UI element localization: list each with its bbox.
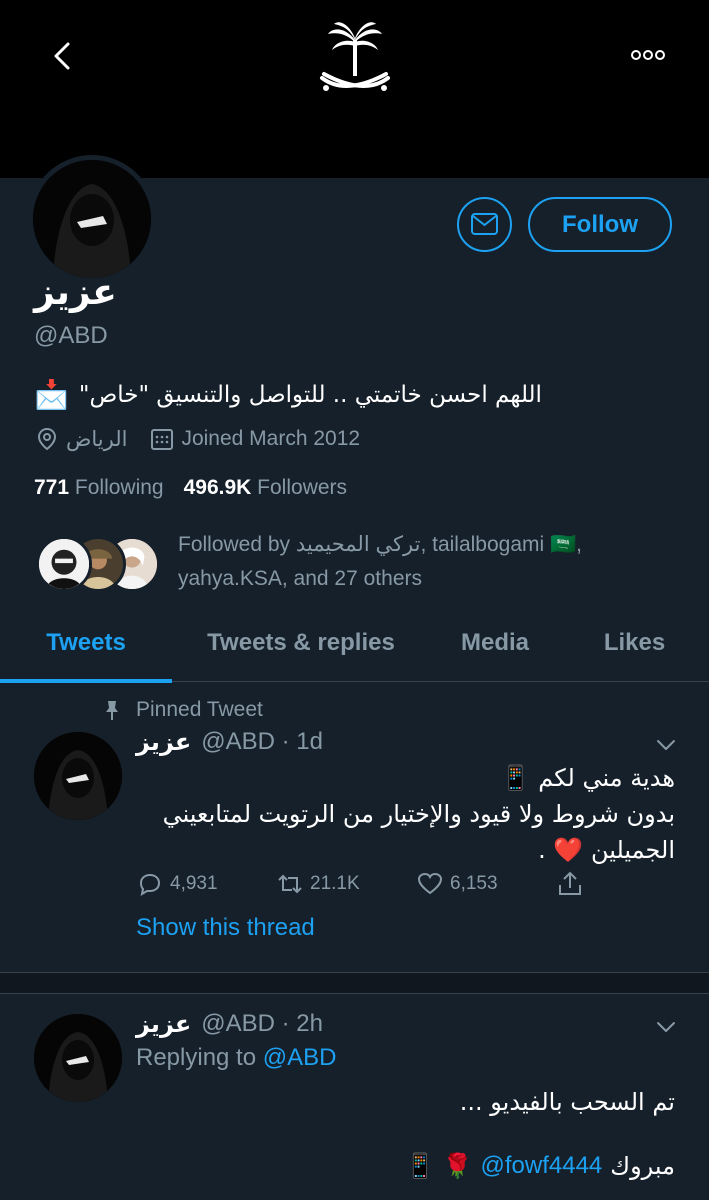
following-link[interactable]: 771 Following — [34, 476, 164, 500]
like-button[interactable]: 6,153 — [416, 870, 556, 898]
tweet-reply[interactable]: عزيز @ABD · 2h Replying to @ABD تم السحب… — [0, 994, 709, 1200]
tweet-author-name[interactable]: عزيز — [136, 1010, 191, 1038]
location-text: الرياض — [66, 427, 128, 451]
tab-likes[interactable]: Likes — [560, 604, 709, 682]
chevron-down-icon[interactable] — [651, 1012, 681, 1042]
pinned-label: Pinned Tweet — [100, 698, 263, 722]
followed-by-text[interactable]: Followed by تركي المحيميد, tailalbogami … — [178, 528, 658, 596]
profile-banner — [0, 0, 709, 178]
retweet-button[interactable]: 21.1K — [276, 870, 416, 898]
profile-name: عزيز — [34, 272, 117, 313]
followed-by-avatars[interactable] — [36, 536, 160, 594]
mention-link[interactable]: @fowf4444 — [481, 1152, 603, 1180]
calendar-icon — [151, 429, 174, 450]
saudi-emblem-icon — [320, 22, 390, 91]
replying-to: Replying to @ABD — [136, 1044, 337, 1071]
tweet-actions: 4,931 21.1K 6,153 — [136, 870, 696, 898]
tweet-avatar[interactable] — [34, 732, 122, 820]
tweet-text-line2: 📱 🌹 @fowf4444 مبروك — [405, 1152, 675, 1180]
bio-text: اللهم احسن خاتمتي .. للتواصل والتنسيق "خ… — [78, 381, 542, 408]
hooded-figure-image — [34, 732, 122, 820]
tab-tweets[interactable]: Tweets — [0, 604, 172, 683]
more-options-button[interactable] — [626, 40, 670, 70]
profile-handle: @ABD — [34, 322, 108, 349]
tab-media[interactable]: Media — [430, 604, 560, 682]
profile-meta: الرياض Joined March 2012 — [34, 426, 360, 452]
retweet-icon — [278, 874, 302, 894]
hooded-figure-image — [33, 160, 151, 278]
chevron-down-icon[interactable] — [651, 730, 681, 760]
envelope-icon — [471, 213, 498, 235]
tab-tweets-replies[interactable]: Tweets & replies — [172, 604, 430, 682]
followers-link[interactable]: 496.9K Followers — [184, 476, 347, 500]
profile-stats: 771 Following 496.9K Followers — [34, 476, 347, 500]
joined-date: Joined March 2012 — [181, 427, 361, 450]
message-button[interactable] — [457, 197, 512, 252]
pin-icon — [106, 701, 118, 720]
follow-button[interactable]: Follow — [528, 197, 672, 252]
more-icon — [631, 50, 665, 60]
tweet-handle-time: @ABD · 2h — [201, 1010, 323, 1037]
share-icon — [559, 871, 581, 895]
tweet-text-line1: تم السحب بالفيديو ... — [459, 1088, 675, 1116]
hooded-figure-image — [34, 1014, 122, 1102]
like-count: 6,153 — [450, 873, 498, 894]
retweet-count: 21.1K — [310, 873, 360, 894]
reply-count: 4,931 — [170, 873, 218, 894]
tweet-handle-time: @ABD · 1d — [201, 728, 323, 755]
follower-avatar-1 — [36, 536, 92, 592]
reply-button[interactable]: 4,931 — [136, 870, 276, 898]
show-thread-link[interactable]: Show this thread — [136, 914, 315, 942]
tweet-text: هدية مني لكم 📱 بدون شروط ولا قيود والإخت… — [162, 764, 675, 864]
profile-avatar[interactable] — [28, 155, 156, 283]
tweet-author-name[interactable]: عزيز — [136, 728, 191, 756]
replying-to-mention[interactable]: @ABD — [263, 1044, 337, 1071]
back-button[interactable] — [44, 36, 84, 76]
chevron-left-icon — [54, 42, 70, 70]
profile-tabs: Tweets Tweets & replies Media Likes — [0, 604, 709, 683]
tweet-avatar[interactable] — [34, 1014, 122, 1102]
tweet-separator — [0, 972, 709, 994]
location-pin-icon — [37, 427, 57, 451]
emoji-text: 📱 🌹 — [405, 1152, 473, 1180]
incoming-envelope-icon: 📩 — [34, 378, 69, 411]
tweet-header: عزيز @ABD · 1d — [136, 728, 323, 756]
tweet-pinned[interactable]: Pinned Tweet عزيز @ABD · 1d هدية مني لكم… — [0, 682, 709, 972]
share-button[interactable] — [556, 870, 696, 898]
congrats-text: مبروك — [610, 1152, 675, 1180]
tweet-header: عزيز @ABD · 2h — [136, 1010, 323, 1038]
profile-bio: 📩 اللهم احسن خاتمتي .. للتواصل والتنسيق … — [34, 378, 574, 411]
heart-icon — [417, 872, 443, 895]
reply-icon — [139, 873, 161, 897]
